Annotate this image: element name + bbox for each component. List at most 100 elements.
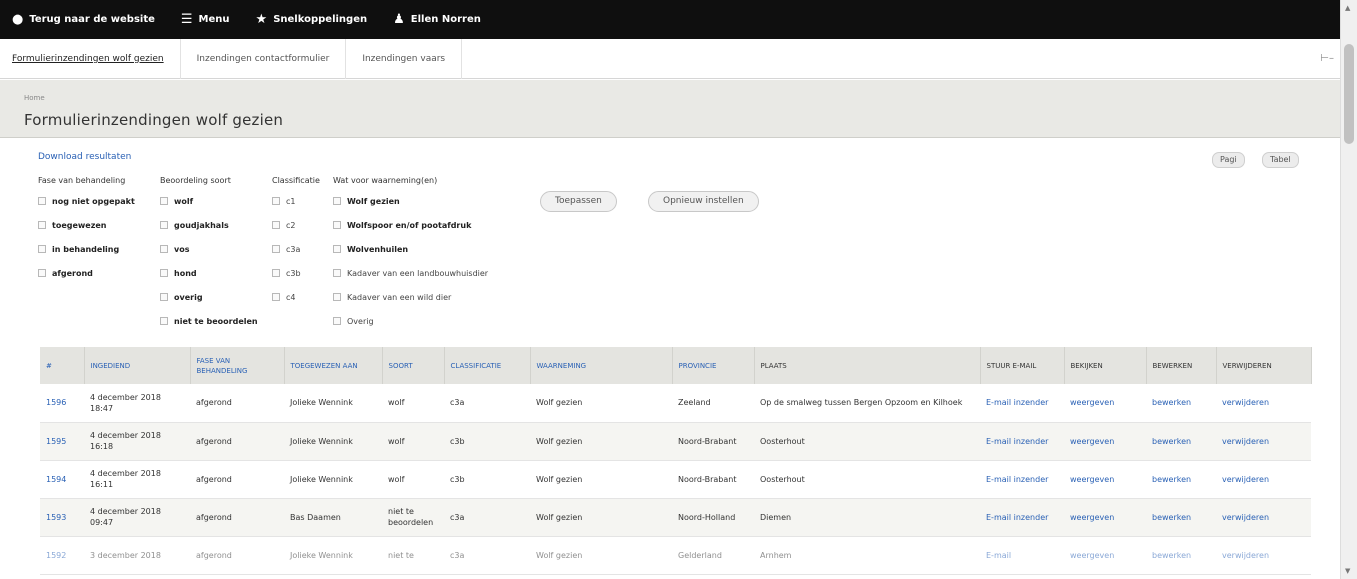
filter-option[interactable]: c3b [272, 266, 320, 280]
row-id-link[interactable]: 1592 [40, 536, 84, 575]
scrollbar-thumb[interactable] [1344, 44, 1354, 144]
tray-tab-wolf-submissions[interactable]: Formulierinzendingen wolf gezien [10, 38, 181, 79]
reset-button[interactable]: Opnieuw instellen [648, 191, 759, 212]
row-id-link[interactable]: 1593 [40, 498, 84, 537]
filter-option[interactable]: Wolf gezien [333, 194, 488, 208]
view-page-button[interactable]: Pagi [1212, 152, 1245, 168]
checkbox[interactable] [272, 269, 280, 277]
filter-option-label: c3a [286, 244, 301, 254]
checkbox[interactable] [333, 221, 341, 229]
checkbox[interactable] [333, 293, 341, 301]
scroll-up-icon[interactable]: ▲ [1345, 4, 1350, 12]
breadcrumb[interactable]: Home [24, 94, 45, 102]
row-id-link[interactable]: 1595 [40, 422, 84, 461]
checkbox[interactable] [160, 293, 168, 301]
checkbox[interactable] [333, 317, 341, 325]
row-view-link[interactable]: weergeven [1064, 498, 1146, 537]
checkbox[interactable] [160, 221, 168, 229]
tray-tab-contact-submissions[interactable]: Inzendingen contactformulier [181, 38, 347, 79]
filter-option[interactable]: Kadaver van een wild dier [333, 290, 488, 304]
filter-option[interactable]: c1 [272, 194, 320, 208]
col-header-submitted[interactable]: INGEDIEND [84, 347, 191, 384]
row-view-link[interactable]: weergeven [1064, 460, 1146, 499]
toolbar-shortcuts-label: Snelkoppelingen [273, 14, 368, 25]
row-place: Oosterhout [754, 422, 980, 461]
col-header-species[interactable]: SOORT [382, 347, 445, 384]
filter-option[interactable]: Overig [333, 314, 488, 328]
row-species: niet te beoordelen [382, 498, 444, 537]
toolbar-menu[interactable]: ☰ Menu [181, 13, 230, 26]
row-view-link[interactable]: weergeven [1064, 422, 1146, 461]
row-email-link[interactable]: E-mail inzender [980, 422, 1064, 461]
scrollbar[interactable]: ▲ ▼ [1340, 0, 1357, 579]
row-edit-link[interactable]: bewerken [1146, 384, 1216, 423]
checkbox[interactable] [38, 197, 46, 205]
tray-tab-vaars-submissions[interactable]: Inzendingen vaars [346, 38, 463, 79]
filter-option[interactable]: Wolvenhuilen [333, 242, 488, 256]
row-email-link[interactable]: E-mail inzender [980, 384, 1064, 423]
checkbox[interactable] [333, 245, 341, 253]
filter-option[interactable]: overig [160, 290, 258, 304]
row-id-link[interactable]: 1596 [40, 384, 84, 423]
checkbox[interactable] [272, 221, 280, 229]
toolbar-user[interactable]: ♟ Ellen Norren [393, 13, 481, 26]
checkbox[interactable] [38, 269, 46, 277]
filter-option[interactable]: hond [160, 266, 258, 280]
view-table-button[interactable]: Tabel [1262, 152, 1299, 168]
toolbar-shortcuts[interactable]: ★ Snelkoppelingen [256, 13, 368, 26]
row-edit-link[interactable]: bewerken [1146, 498, 1216, 537]
row-email-link[interactable]: E-mail [980, 536, 1064, 575]
col-header-province[interactable]: PROVINCIE [672, 347, 755, 384]
col-header-id[interactable]: # [40, 347, 85, 384]
checkbox[interactable] [38, 245, 46, 253]
checkbox[interactable] [272, 245, 280, 253]
row-edit-link[interactable]: bewerken [1146, 460, 1216, 499]
row-delete-link[interactable]: verwijderen [1216, 384, 1311, 423]
filter-option[interactable]: vos [160, 242, 258, 256]
filter-option[interactable]: nog niet opgepakt [38, 194, 135, 208]
filter-option[interactable]: goudjakhals [160, 218, 258, 232]
checkbox[interactable] [160, 269, 168, 277]
checkbox[interactable] [38, 221, 46, 229]
checkbox[interactable] [160, 197, 168, 205]
checkbox[interactable] [160, 317, 168, 325]
download-results-link[interactable]: Download resultaten [38, 152, 131, 162]
checkbox[interactable] [333, 197, 341, 205]
tray-orientation-icon[interactable]: ⊢– [1320, 53, 1334, 64]
col-header-email: STUUR E-MAIL [980, 347, 1065, 384]
col-header-phase[interactable]: FASE VAN BEHANDELING [190, 347, 285, 384]
filter-option[interactable]: c3a [272, 242, 320, 256]
scroll-down-icon[interactable]: ▼ [1345, 567, 1350, 575]
row-edit-link[interactable]: bewerken [1146, 536, 1216, 575]
row-delete-link[interactable]: verwijderen [1216, 460, 1311, 499]
filter-option[interactable]: wolf [160, 194, 258, 208]
col-header-assigned[interactable]: TOEGEWEZEN AAN [284, 347, 383, 384]
filter-option[interactable]: c2 [272, 218, 320, 232]
filter-option[interactable]: toegewezen [38, 218, 135, 232]
row-delete-link[interactable]: verwijderen [1216, 498, 1311, 537]
row-species: wolf [382, 460, 444, 499]
checkbox[interactable] [333, 269, 341, 277]
filter-option[interactable]: Wolfspoor en/of pootafdruk [333, 218, 488, 232]
row-delete-link[interactable]: verwijderen [1216, 422, 1311, 461]
checkbox[interactable] [272, 197, 280, 205]
row-assigned: Bas Daamen [284, 498, 382, 537]
toolbar-back-to-site[interactable]: ● Terug naar de website [12, 13, 155, 26]
col-header-observation[interactable]: WAARNEMING [530, 347, 673, 384]
filter-option[interactable]: afgerond [38, 266, 135, 280]
row-edit-link[interactable]: bewerken [1146, 422, 1216, 461]
filter-option[interactable]: c4 [272, 290, 320, 304]
checkbox[interactable] [160, 245, 168, 253]
row-view-link[interactable]: weergeven [1064, 536, 1146, 575]
apply-button[interactable]: Toepassen [540, 191, 617, 212]
filter-option[interactable]: niet te beoordelen [160, 314, 258, 328]
row-view-link[interactable]: weergeven [1064, 384, 1146, 423]
checkbox[interactable] [272, 293, 280, 301]
filter-option[interactable]: Kadaver van een landbouwhuisdier [333, 266, 488, 280]
filter-option[interactable]: in behandeling [38, 242, 135, 256]
row-email-link[interactable]: E-mail inzender [980, 460, 1064, 499]
row-id-link[interactable]: 1594 [40, 460, 84, 499]
col-header-classification[interactable]: CLASSIFICATIE [444, 347, 531, 384]
row-email-link[interactable]: E-mail inzender [980, 498, 1064, 537]
row-delete-link[interactable]: verwijderen [1216, 536, 1311, 575]
